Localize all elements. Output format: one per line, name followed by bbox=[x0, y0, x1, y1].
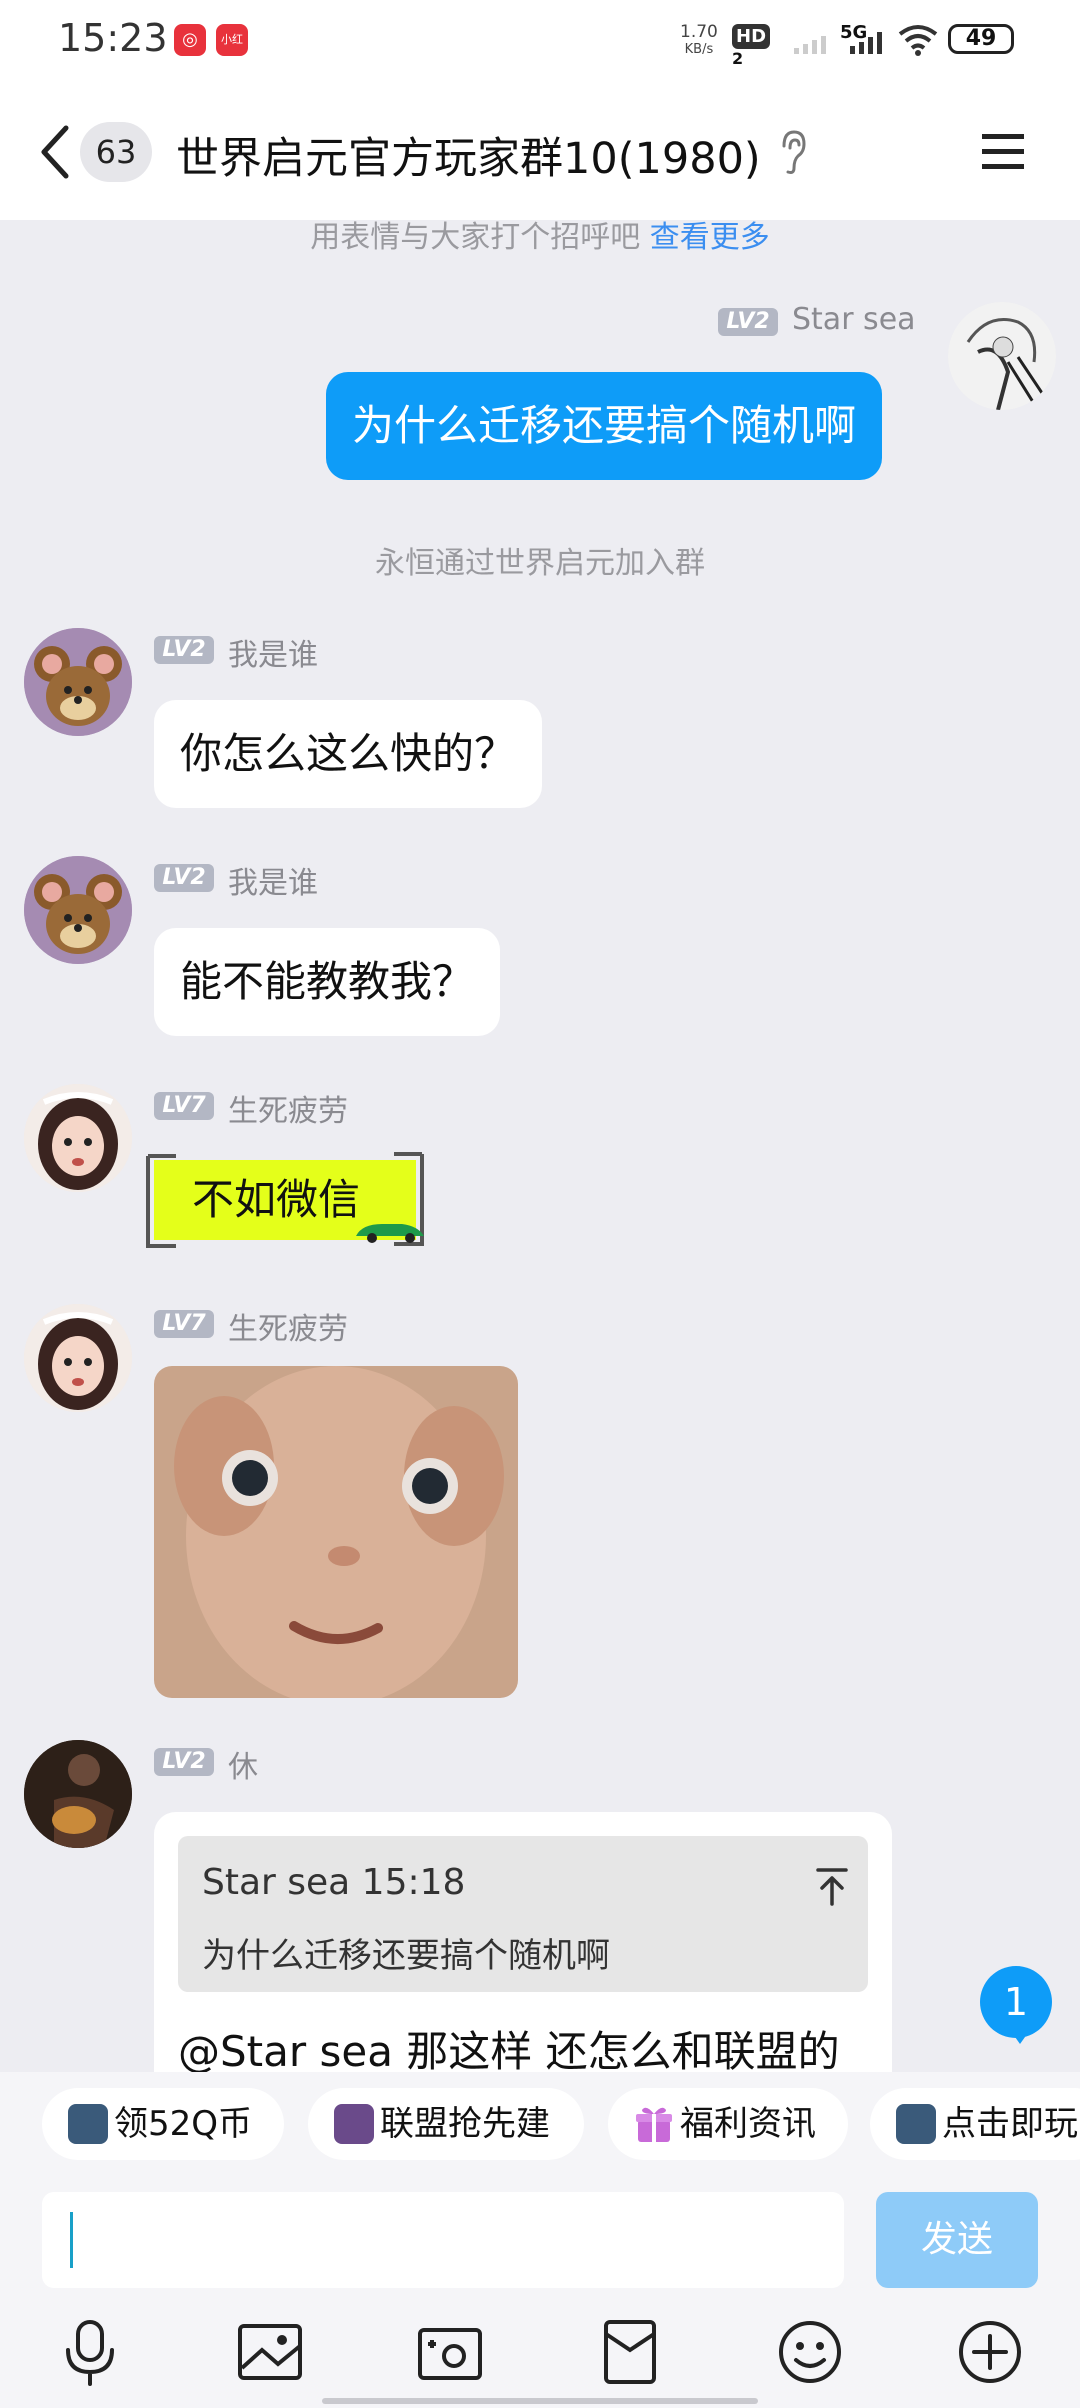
mouse-avatar-image bbox=[24, 856, 132, 964]
level-badge: LV2 bbox=[154, 1748, 214, 1776]
signal-1-icon bbox=[794, 36, 826, 54]
gift-icon bbox=[636, 2107, 672, 2142]
message-bubble[interactable]: 你怎么这么快的？ bbox=[154, 700, 543, 808]
message-bubble[interactable]: 为什么迁移还要搞个随机啊 bbox=[326, 372, 883, 480]
menu-icon[interactable] bbox=[980, 130, 1026, 174]
new-message-badge[interactable]: 1 bbox=[980, 1966, 1052, 2038]
net-speed-value: 1.70 bbox=[680, 22, 718, 42]
quote-text: 为什么迁移还要搞个随机啊 bbox=[202, 1936, 610, 1976]
game-icon bbox=[896, 2104, 936, 2144]
sender-name[interactable]: Star sea bbox=[792, 302, 916, 337]
camera-icon[interactable] bbox=[414, 2316, 486, 2388]
level-badge: LV2 bbox=[718, 308, 778, 336]
child-face-photo bbox=[154, 1366, 518, 1698]
game-icon bbox=[68, 2104, 108, 2144]
level-badge: LV7 bbox=[154, 1310, 214, 1338]
reply-text: @Star sea 那这样 还怎么和联盟的 bbox=[178, 2027, 840, 2076]
sticker-text: 不如微信 bbox=[192, 1175, 361, 1224]
sender-name[interactable]: 我是谁 bbox=[228, 858, 318, 902]
avatar[interactable] bbox=[948, 302, 1056, 410]
avatar[interactable] bbox=[24, 1740, 132, 1848]
image-icon[interactable] bbox=[234, 2316, 306, 2388]
message-input[interactable] bbox=[42, 2192, 844, 2288]
reply-message-bubble[interactable]: Star sea 15:18 为什么迁移还要搞个随机啊 @Star sea 那这… bbox=[154, 1812, 892, 2112]
emoji-icon[interactable] bbox=[774, 2316, 846, 2388]
status-bar: 15:23 ◎ 小红书 1.70 KB/s HD2 5G 49 bbox=[0, 0, 1080, 82]
sender-name[interactable]: 我是谁 bbox=[228, 630, 318, 674]
quick-chip-benefits[interactable]: 福利资讯 bbox=[608, 2088, 848, 2160]
unread-count-badge[interactable]: 63 bbox=[80, 122, 152, 182]
girl-avatar-image bbox=[24, 1084, 132, 1192]
send-button[interactable]: 发送 bbox=[876, 2192, 1038, 2288]
quick-action-bar: 领52Q币 联盟抢先建 福利资讯 点击即玩 bbox=[0, 2072, 1080, 2182]
sender-name[interactable]: 生死疲劳 bbox=[228, 1086, 348, 1130]
signal-2-icon bbox=[850, 32, 882, 54]
chip-label: 联盟抢先建 bbox=[380, 2104, 550, 2144]
join-notice: 永恒通过世界启元加入群 bbox=[375, 546, 705, 581]
plus-icon[interactable] bbox=[954, 2316, 1026, 2388]
level-badge: LV7 bbox=[154, 1092, 214, 1120]
sender-name[interactable]: 生死疲劳 bbox=[228, 1304, 348, 1348]
avatar[interactable] bbox=[24, 1304, 132, 1412]
xiaohongshu-icon: 小红书 bbox=[216, 24, 248, 78]
red-packet-icon[interactable] bbox=[594, 2316, 666, 2388]
input-bar: 发送 bbox=[0, 2182, 1080, 2408]
net-speed-unit: KB/s bbox=[684, 42, 714, 57]
wifi-icon bbox=[898, 25, 938, 56]
sender-name[interactable]: 休 bbox=[228, 1742, 258, 1786]
message-bubble[interactable]: 能不能教教我？ bbox=[154, 928, 501, 1036]
level-badge: LV2 bbox=[154, 864, 214, 892]
avatar[interactable] bbox=[24, 628, 132, 736]
quoted-message[interactable]: Star sea 15:18 为什么迁移还要搞个随机啊 bbox=[178, 1836, 868, 1992]
netease-music-icon: ◎ bbox=[174, 24, 206, 56]
chip-label: 领52Q币 bbox=[114, 2104, 253, 2144]
system-hint: 用表情与大家打个招呼吧 查看更多 bbox=[0, 212, 1080, 256]
guitar-avatar-image bbox=[24, 1740, 132, 1848]
quick-chip-play[interactable]: 点击即玩 bbox=[870, 2088, 1080, 2160]
image-message[interactable] bbox=[154, 1366, 518, 1698]
status-time: 15:23 bbox=[58, 16, 168, 60]
microphone-icon[interactable] bbox=[54, 2316, 126, 2388]
new-message-badge-tail bbox=[1010, 2030, 1030, 2044]
system-hint-text: 用表情与大家打个招呼吧 bbox=[310, 220, 641, 255]
avatar[interactable] bbox=[24, 856, 132, 964]
quick-chip-coins[interactable]: 领52Q币 bbox=[42, 2088, 284, 2160]
hd-badge: HD bbox=[732, 24, 771, 49]
hd-sub: 2 bbox=[732, 49, 744, 68]
jump-to-quote-icon[interactable] bbox=[814, 1866, 850, 1906]
avatar[interactable] bbox=[24, 1084, 132, 1192]
back-button[interactable] bbox=[36, 122, 76, 182]
hd-icon: HD2 bbox=[732, 24, 778, 68]
level-badge: LV2 bbox=[154, 636, 214, 664]
net-speed: 1.70 KB/s bbox=[680, 24, 718, 58]
quote-header: Star sea 15:18 bbox=[202, 1862, 466, 1903]
sticker-bubble[interactable]: 不如微信 bbox=[146, 1150, 428, 1252]
chip-label: 点击即玩 bbox=[942, 2104, 1078, 2144]
ear-icon[interactable] bbox=[778, 128, 808, 176]
avatar-image bbox=[948, 302, 1056, 410]
game-icon bbox=[334, 2104, 374, 2144]
mouse-avatar-image bbox=[24, 628, 132, 736]
sports-car-icon bbox=[356, 1224, 424, 1243]
text-cursor bbox=[70, 2212, 73, 2268]
chip-label: 福利资讯 bbox=[680, 2104, 816, 2144]
battery-indicator: 49 bbox=[948, 24, 1014, 54]
view-more-link[interactable]: 查看更多 bbox=[650, 220, 770, 255]
quick-chip-alliance[interactable]: 联盟抢先建 bbox=[308, 2088, 584, 2160]
girl-avatar-image bbox=[24, 1304, 132, 1412]
page-title[interactable]: 世界启元官方玩家群10(1980) bbox=[176, 124, 761, 186]
home-indicator[interactable] bbox=[322, 2398, 758, 2404]
chat-header: 63 世界启元官方玩家群10(1980) bbox=[0, 82, 1080, 220]
